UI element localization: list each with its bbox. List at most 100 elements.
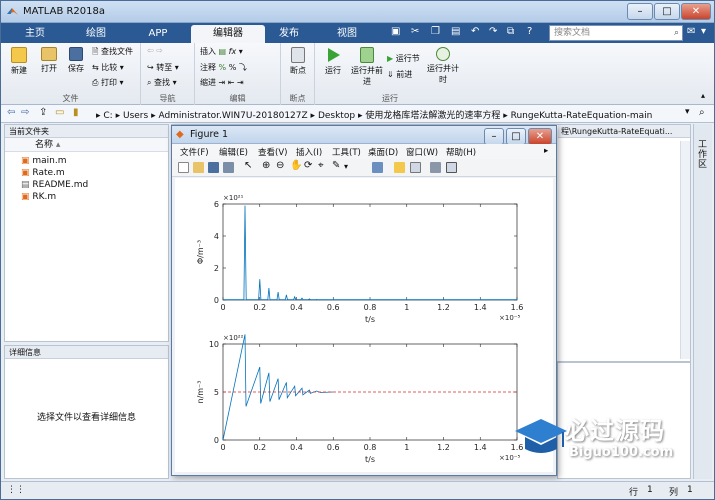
zoom-in-icon[interactable]: ⊕ — [262, 160, 273, 171]
editor-scrollbar[interactable] — [680, 141, 690, 359]
new-button[interactable]: 新建 — [5, 47, 33, 76]
list-item[interactable]: ▣ RK.m — [21, 191, 168, 203]
copy-quick-icon[interactable]: ❐ — [431, 26, 440, 37]
find-files-button[interactable]: 🗎 查找文件 — [92, 46, 133, 60]
tab-publish[interactable]: 发布 — [265, 25, 313, 43]
figure-minimize-button[interactable]: – — [484, 128, 504, 145]
workspace-tab[interactable]: 工作区 — [698, 140, 710, 170]
list-item[interactable]: ▣ main.m — [21, 155, 168, 167]
brush-dropdown-icon[interactable]: ▾ — [344, 162, 355, 173]
browse-folder-icon[interactable]: ▭ — [55, 107, 64, 118]
address-bar: ⇦ ⇨ ⇪ ▭ ▮ ▸ C: ▸ Users ▸ Administrator.W… — [1, 105, 714, 123]
breakpoints-button[interactable]: 断点 — [283, 47, 313, 76]
run-advance-button[interactable]: 运行并前进 — [349, 47, 385, 87]
list-item[interactable]: ▣ Rate.m — [21, 167, 168, 179]
goto-button[interactable]: ↪ 转至 ▾ — [147, 62, 179, 73]
print-button[interactable]: ⎙ 打印 ▾ — [92, 77, 124, 88]
current-folder-panel: 当前文件夹 名称 ▴ ▣ main.m ▣ Rate.m ▤ README.md… — [4, 124, 169, 342]
figure-maximize-button[interactable]: □ — [506, 128, 526, 145]
details-panel: 详细信息 选择文件以查看详细信息 — [4, 345, 169, 479]
colorbar-icon[interactable] — [394, 162, 405, 173]
address-search-icon[interactable]: ⌕ — [699, 107, 705, 118]
menu-desktop[interactable]: 桌面(D) — [368, 146, 398, 158]
insert-dropdown-icon[interactable]: ▾ — [239, 47, 243, 56]
x-tick-label: 0.2 — [253, 443, 266, 452]
breadcrumb-item[interactable]: C: — [103, 111, 112, 121]
menu-view[interactable]: 查看(V) — [258, 146, 287, 158]
close-button[interactable]: ✕ — [681, 3, 711, 20]
save-figure-icon[interactable] — [208, 162, 219, 173]
link-plot-icon[interactable] — [372, 162, 383, 173]
find-button[interactable]: ⌕ 查找 ▾ — [147, 77, 177, 88]
breadcrumb-item[interactable]: Administrator.WIN7U-20180127Z — [158, 111, 307, 121]
advance-button[interactable]: ⇓ 前进 — [387, 69, 412, 80]
save-quick-icon[interactable]: ▣ — [391, 26, 400, 37]
insert-button[interactable]: 插入 ▤ fx ▾ — [200, 46, 243, 57]
forward-arrow-icon[interactable]: ⇨ — [21, 107, 29, 118]
breadcrumb-item[interactable]: 使用龙格库塔法解激光的速率方程 — [365, 111, 500, 121]
back-arrow-icon[interactable]: ⇦ — [7, 107, 15, 118]
run-and-time-button[interactable]: 运行并计时 — [427, 47, 459, 85]
print-figure-icon[interactable] — [223, 162, 234, 173]
show-plot-tools-icon[interactable] — [446, 162, 457, 173]
menu-insert[interactable]: 插入(I) — [296, 146, 322, 158]
hide-plot-tools-icon[interactable] — [430, 162, 441, 173]
breadcrumb-item[interactable]: Desktop — [318, 111, 355, 121]
list-item[interactable]: ▤ README.md — [21, 179, 168, 191]
print-label: 打印 — [100, 78, 117, 87]
community-icon[interactable]: ✉ — [687, 26, 695, 37]
open-figure-icon[interactable] — [193, 162, 204, 173]
breadcrumb-item[interactable]: RungeKutta-RateEquation-main — [511, 111, 653, 121]
comment-button[interactable]: 注释 % % ⤵ — [200, 62, 247, 73]
menu-help[interactable]: 帮助(H) — [446, 146, 476, 158]
tab-view[interactable]: 视图 — [317, 25, 377, 43]
minimize-button[interactable]: – — [627, 3, 653, 20]
undo-quick-icon[interactable]: ↶ — [471, 26, 479, 37]
maximize-button[interactable]: □ — [654, 3, 680, 20]
data-cursor-icon[interactable]: ⌖ — [318, 160, 329, 171]
tab-apps[interactable]: APP — [129, 25, 187, 43]
search-documentation-input[interactable]: 搜索文档 ⌕ — [549, 25, 683, 41]
brush-icon[interactable]: ✎ — [332, 160, 343, 171]
menu-window[interactable]: 窗口(W) — [406, 146, 438, 158]
paste-quick-icon[interactable]: ▤ — [451, 26, 460, 37]
indent-button[interactable]: 缩进 ⇥ ⇤ ⇥ — [200, 77, 244, 88]
up-folder-icon[interactable]: ⇪ — [39, 107, 47, 118]
tab-plots[interactable]: 绘图 — [67, 25, 125, 43]
x-tick-label: 0 — [220, 303, 225, 312]
fx-button[interactable]: fx — [229, 47, 237, 56]
pan-icon[interactable]: ✋ — [290, 160, 302, 171]
help-dropdown-icon[interactable]: ▾ — [701, 26, 706, 37]
breadcrumb-item[interactable]: Users — [123, 111, 148, 121]
zoom-out-icon[interactable]: ⊖ — [276, 160, 287, 171]
collapse-ribbon-icon[interactable]: ▴ — [701, 91, 705, 100]
run-section-button[interactable]: ▶ 运行节 — [387, 53, 420, 64]
menu-tools[interactable]: 工具(T) — [332, 146, 361, 158]
x-tick-label: 0 — [220, 443, 225, 452]
y-axis-label: n/m⁻³ — [196, 381, 205, 404]
tab-home[interactable]: 主页 — [7, 25, 63, 43]
watermark-brand: 必过源码 — [565, 417, 665, 445]
name-column-header[interactable]: 名称 ▴ — [5, 138, 168, 152]
switch-windows-icon[interactable]: ⧉ — [507, 26, 514, 37]
address-dropdown-icon[interactable]: ▾ — [685, 107, 690, 117]
compare-button[interactable]: ⇆ 比较 ▾ — [92, 62, 124, 73]
pointer-icon[interactable]: ↖ — [244, 160, 255, 171]
menu-edit[interactable]: 编辑(E) — [219, 146, 248, 158]
search-icon[interactable]: ⌕ — [674, 26, 679, 40]
save-button[interactable]: 保存 — [63, 47, 89, 74]
tab-editor[interactable]: 编辑器 — [191, 25, 265, 43]
rotate-icon[interactable]: ⟳ — [304, 160, 315, 171]
new-figure-icon[interactable] — [178, 162, 189, 173]
help-quick-icon[interactable]: ? — [527, 26, 532, 37]
menu-arrow-icon[interactable]: ▸ — [544, 146, 548, 156]
advance-label: 前进 — [396, 70, 413, 79]
open-button[interactable]: 打开 — [35, 47, 63, 74]
menu-file[interactable]: 文件(F) — [180, 146, 209, 158]
legend-icon[interactable] — [410, 162, 421, 173]
redo-quick-icon[interactable]: ↷ — [489, 26, 497, 37]
cut-quick-icon[interactable]: ✂ — [411, 26, 419, 37]
run-button[interactable]: 运行 — [319, 47, 347, 76]
back-forward-buttons[interactable]: ⇦ ⇨ — [147, 46, 163, 55]
figure-close-button[interactable]: ✕ — [528, 128, 552, 145]
